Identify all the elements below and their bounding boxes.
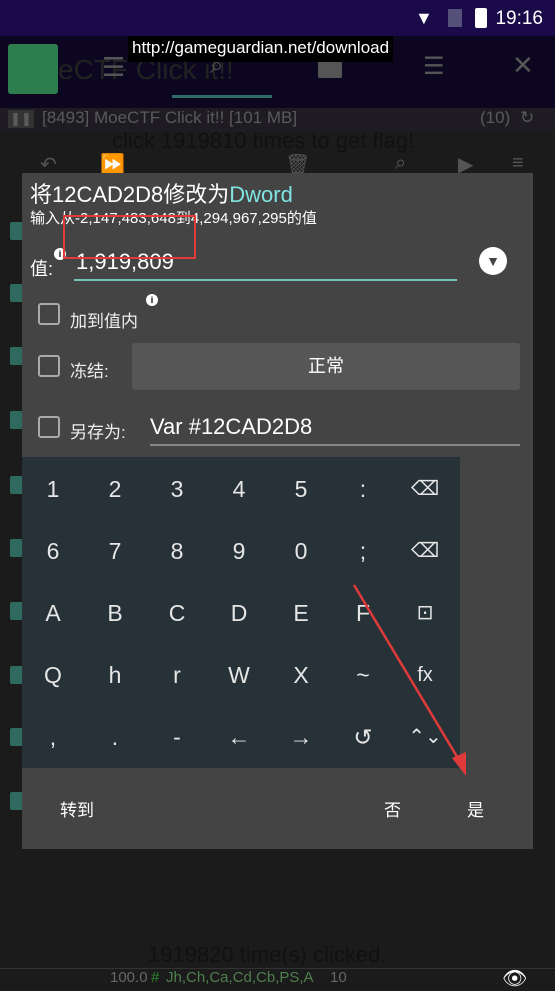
clicked-count-text: 1919820 time(s) clicked. xyxy=(148,942,387,967)
hash-mark: # xyxy=(151,969,160,986)
speed-value: 100.0 xyxy=(110,969,148,986)
memory-regions[interactable]: Jh,Ch,Ca,Cd,Cb,PS,A xyxy=(166,969,314,986)
eye-icon[interactable]: 👁 xyxy=(502,966,527,991)
footer-bar: 100.0 # Jh,Ch,Ca,Cd,Cb,PS,A 10 👁 xyxy=(0,968,555,990)
annotation-arrow xyxy=(352,584,466,776)
region-count: 10 xyxy=(330,969,347,986)
